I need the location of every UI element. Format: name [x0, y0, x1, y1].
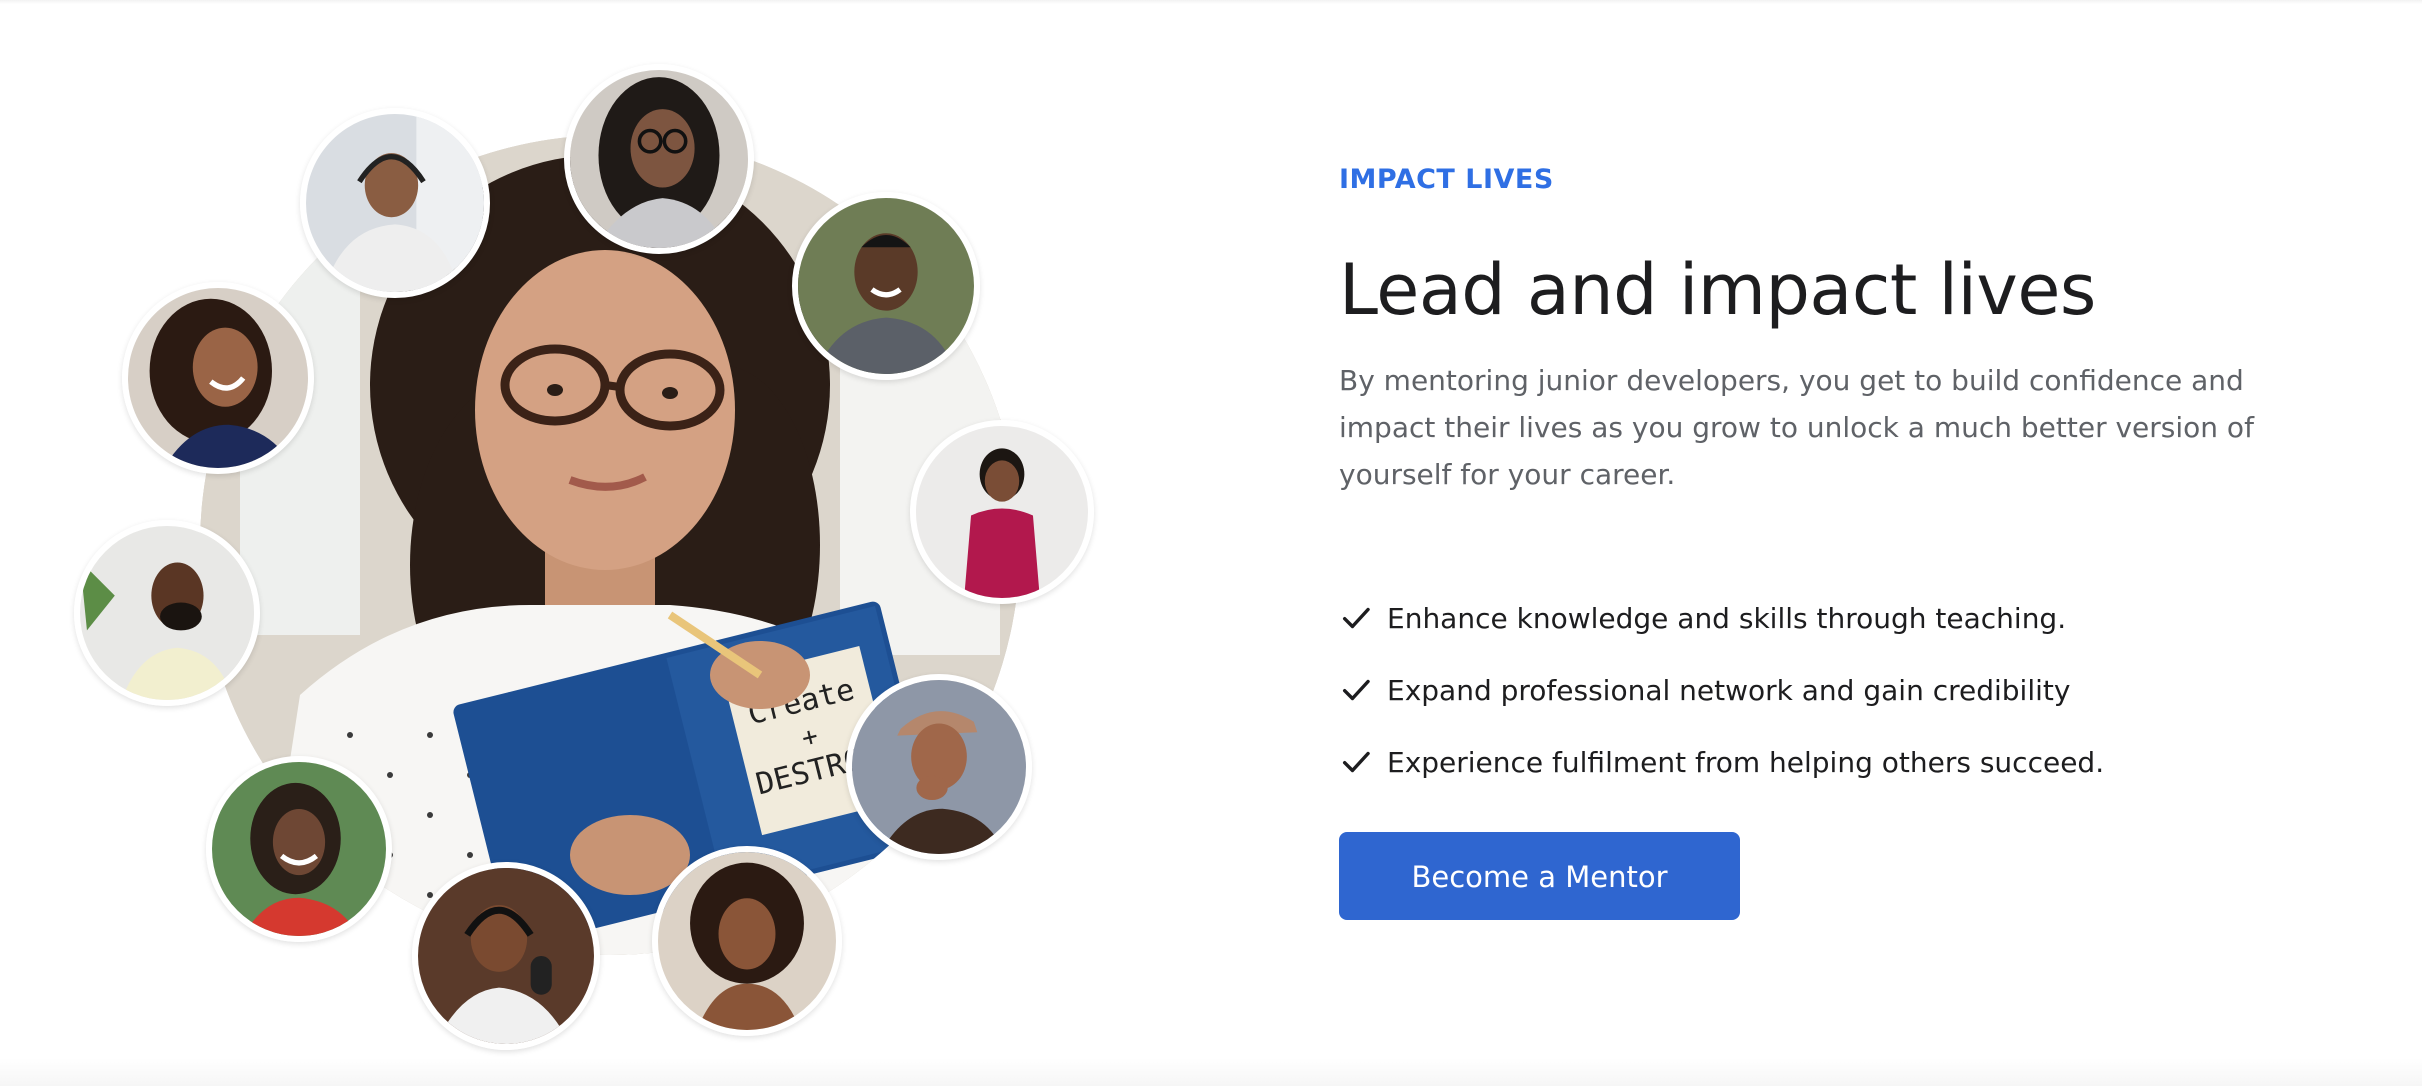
become-mentor-button[interactable]: Become a Mentor	[1339, 832, 1740, 920]
check-icon	[1342, 751, 1370, 773]
benefit-text: Expand professional network and gain cre…	[1387, 673, 2071, 707]
mentor-avatar-curly-hair-woman	[652, 846, 842, 1036]
mentor-avatar-smiling-man	[792, 192, 980, 380]
benefit-item: Experience fulfilment from helping other…	[1339, 726, 2339, 798]
mentor-avatar-man-cap-profile	[846, 674, 1032, 860]
mentor-avatar-bearded-profile	[74, 520, 260, 706]
mentor-avatar-headset	[300, 108, 490, 298]
mentor-avatar-podcast-microphone	[412, 862, 600, 1050]
section-eyebrow: IMPACT LIVES	[1339, 164, 1554, 195]
mentor-avatar-laughing-woman	[122, 282, 314, 474]
mentor-section: Create + DESTROY IMPACT LIVES Lead and i…	[0, 0, 2422, 1086]
mentor-avatar-braids-glasses	[564, 64, 754, 254]
section-description: By mentoring junior developers, you get …	[1339, 364, 2254, 491]
bottom-divider	[0, 1058, 2422, 1086]
benefit-item: Enhance knowledge and skills through tea…	[1339, 582, 2339, 654]
check-icon	[1342, 607, 1370, 629]
benefit-text: Enhance knowledge and skills through tea…	[1387, 601, 2067, 635]
benefit-list: Enhance knowledge and skills through tea…	[1339, 582, 2339, 798]
mentor-collage: Create + DESTROY	[0, 0, 1140, 1086]
mentor-copy: IMPACT LIVES Lead and impact lives By me…	[1339, 150, 2339, 920]
benefit-item: Expand professional network and gain cre…	[1339, 654, 2339, 726]
section-title: Lead and impact lives	[1339, 249, 2096, 331]
mentor-avatar-locs-glasses	[206, 756, 392, 942]
mentor-avatar-woman-magenta-dress	[910, 420, 1094, 604]
check-icon	[1342, 679, 1370, 701]
benefit-text: Experience fulfilment from helping other…	[1387, 745, 2105, 779]
